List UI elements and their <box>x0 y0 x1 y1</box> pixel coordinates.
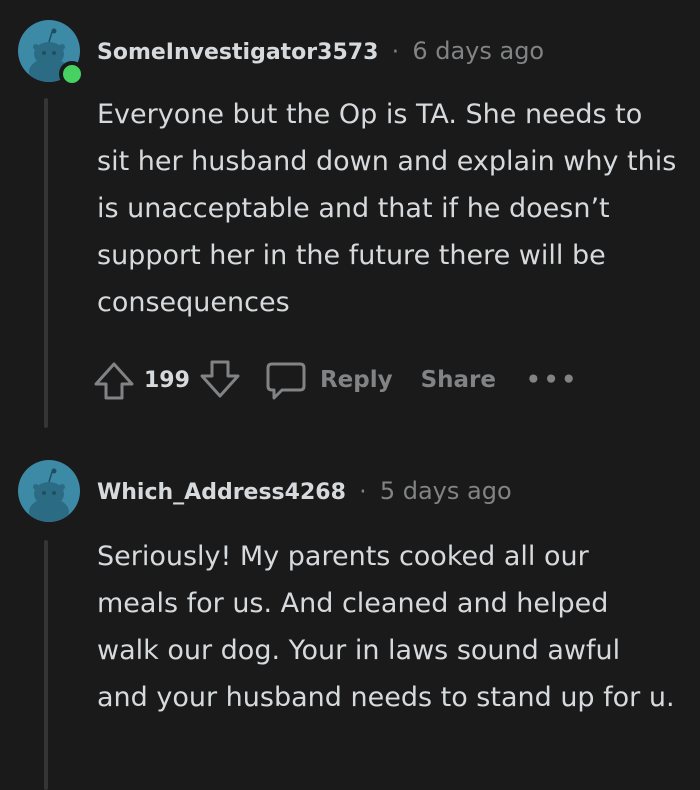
share-button[interactable]: Share <box>421 367 496 393</box>
comment-body: Seriously! My parents cooked all our mea… <box>97 541 675 713</box>
upvote-arrow-icon[interactable] <box>92 358 136 402</box>
thread-collapse-line[interactable] <box>44 540 48 790</box>
comment: Which_Address4268 · 5 days ago Seriously… <box>0 440 700 790</box>
vote-count: 199 <box>144 367 190 393</box>
speech-bubble-icon[interactable] <box>264 358 308 402</box>
meta-separator: · <box>359 479 367 505</box>
comment-actions: 199 Reply Share ••• <box>92 355 579 405</box>
comment-meta: Which_Address4268 · 5 days ago <box>97 477 512 505</box>
comment-body: Everyone but the Op is TA. She needs to … <box>97 99 677 318</box>
online-status-indicator <box>59 61 85 87</box>
comment-timestamp[interactable]: 5 days ago <box>380 477 512 505</box>
downvote-arrow-icon[interactable] <box>198 358 242 402</box>
comment: SomeInvestigator3573 · 6 days ago Everyo… <box>0 0 700 440</box>
username-link[interactable]: Which_Address4268 <box>97 480 346 505</box>
comment-meta: SomeInvestigator3573 · 6 days ago <box>97 37 544 65</box>
more-options-icon[interactable]: ••• <box>526 367 579 393</box>
reply-button[interactable]: Reply <box>320 367 393 393</box>
username-link[interactable]: SomeInvestigator3573 <box>97 40 378 65</box>
snoo-avatar-icon <box>29 468 69 522</box>
user-avatar[interactable] <box>18 460 80 522</box>
thread-collapse-line[interactable] <box>44 98 48 428</box>
comment-timestamp[interactable]: 6 days ago <box>412 37 544 65</box>
meta-separator: · <box>391 39 399 65</box>
